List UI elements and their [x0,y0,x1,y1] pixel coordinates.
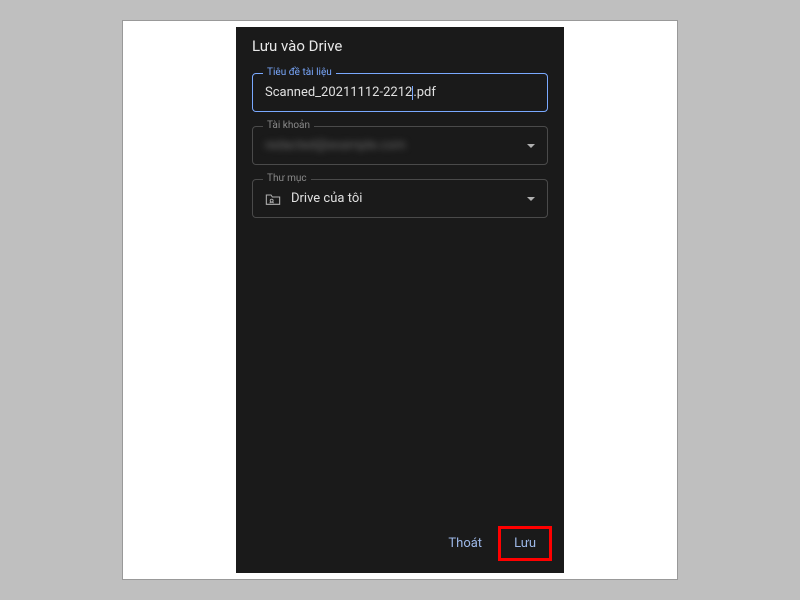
document-title-value: Scanned_20211112-2212.pdf [265,85,535,100]
folder-icon [265,192,281,206]
account-label: Tài khoản [263,120,314,131]
dialog-footer: Thoát Lưu [236,518,564,573]
folder-value: Drive của tôi [291,191,517,206]
outer-frame: Lưu vào Drive Tiêu đề tài liệu Scanned_2… [122,20,678,580]
save-button[interactable]: Lưu [500,528,550,559]
account-value: redacted@example.com [265,138,517,153]
folder-dropdown[interactable]: Thư mục Drive của tôi [252,179,548,218]
chevron-down-icon [527,144,535,148]
cancel-button[interactable]: Thoát [434,528,496,559]
account-dropdown[interactable]: Tài khoản redacted@example.com [252,126,548,165]
save-to-drive-dialog: Lưu vào Drive Tiêu đề tài liệu Scanned_2… [236,27,564,573]
document-title-label: Tiêu đề tài liệu [263,67,336,78]
form-area: Tiêu đề tài liệu Scanned_20211112-2212.p… [236,73,564,218]
document-title-field[interactable]: Tiêu đề tài liệu Scanned_20211112-2212.p… [252,73,548,112]
folder-label: Thư mục [263,173,311,184]
chevron-down-icon [527,197,535,201]
